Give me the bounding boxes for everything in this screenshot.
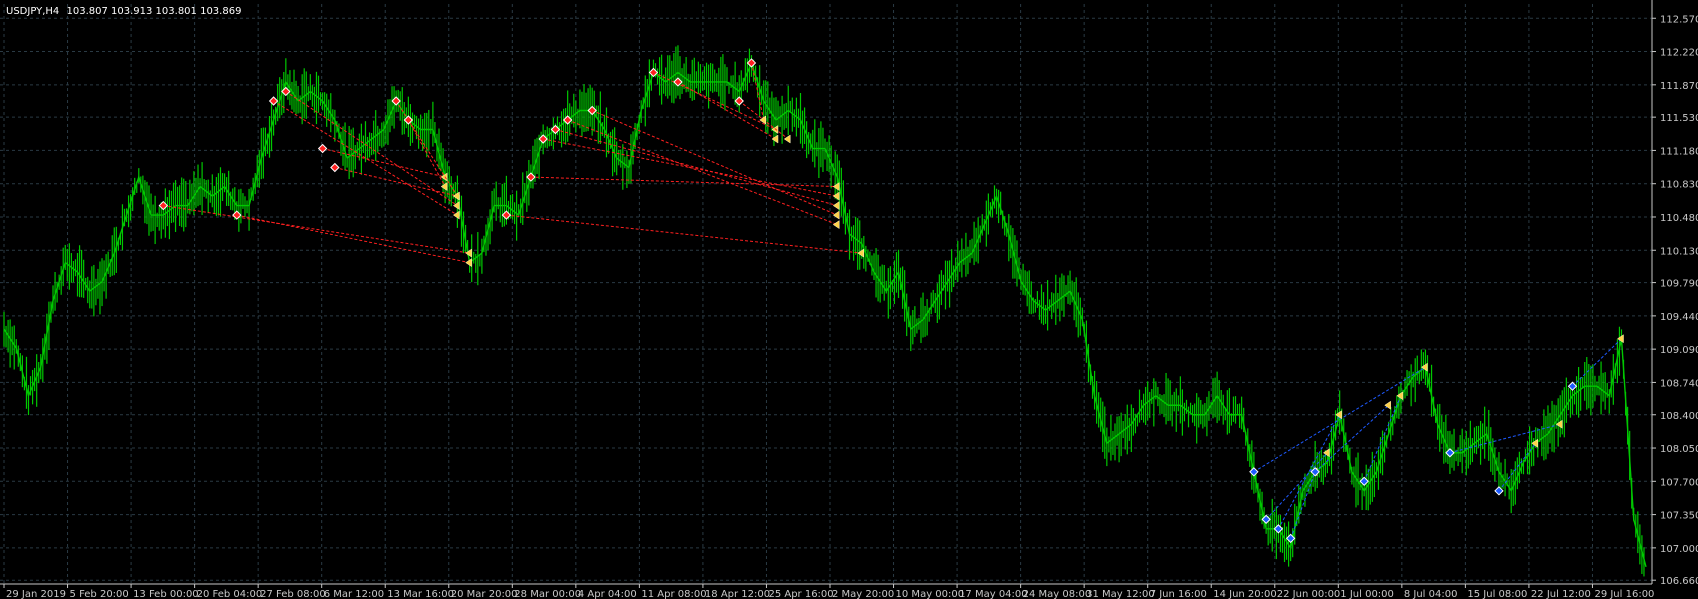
x-tick-label: 18 Apr 12:00	[705, 589, 770, 599]
x-tick-label: 2 May 20:00	[832, 589, 894, 599]
y-tick-label: 107.000	[1660, 544, 1698, 555]
x-tick-label: 8 Jul 04:00	[1404, 589, 1458, 599]
y-tick-label: 109.790	[1660, 279, 1698, 290]
symbol-timeframe: USDJPY,H4	[6, 6, 59, 17]
y-tick-label: 110.130	[1660, 246, 1698, 257]
y-tick-label: 112.220	[1660, 48, 1698, 59]
x-tick-label: 14 Jun 20:00	[1213, 589, 1277, 599]
x-tick-label: 15 Jul 08:00	[1467, 589, 1527, 599]
y-tick-label: 108.400	[1660, 411, 1698, 422]
x-tick-label: 20 Feb 04:00	[197, 589, 263, 599]
x-tick-label: 1 Jul 00:00	[1340, 589, 1394, 599]
x-tick-label: 11 Apr 08:00	[641, 589, 706, 599]
x-tick-label: 6 Mar 12:00	[324, 589, 384, 599]
x-tick-label: 28 Mar 00:00	[514, 589, 581, 599]
y-tick-label: 108.050	[1660, 444, 1698, 455]
x-tick-label: 13 Mar 16:00	[387, 589, 454, 599]
x-tick-label: 7 Jun 16:00	[1150, 589, 1207, 599]
x-tick-label: 5 Feb 20:00	[70, 589, 129, 599]
x-tick-label: 20 Mar 20:00	[451, 589, 518, 599]
ohlc-values: 103.807 103.913 103.801 103.869	[66, 6, 241, 17]
y-tick-label: 109.090	[1660, 345, 1698, 356]
y-tick-label: 106.660	[1660, 576, 1698, 587]
x-tick-label: 22 Jun 00:00	[1277, 589, 1341, 599]
x-tick-label: 17 May 04:00	[959, 589, 1028, 599]
x-tick-label: 13 Feb 00:00	[133, 589, 199, 599]
chart-header: USDJPY,H4 103.807 103.913 103.801 103.86…	[6, 6, 241, 17]
y-tick-label: 107.350	[1660, 511, 1698, 522]
y-tick-label: 112.570	[1660, 14, 1698, 25]
y-tick-label: 111.870	[1660, 81, 1698, 92]
y-tick-label: 110.480	[1660, 213, 1698, 224]
y-tick-label: 111.530	[1660, 113, 1698, 124]
x-tick-label: 29 Jan 2019	[6, 589, 66, 599]
x-tick-label: 25 Apr 16:00	[768, 589, 833, 599]
x-tick-label: 10 May 00:00	[896, 589, 965, 599]
y-tick-label: 107.700	[1660, 477, 1698, 488]
y-tick-label: 111.180	[1660, 146, 1698, 157]
x-tick-label: 22 Jul 12:00	[1531, 589, 1591, 599]
x-tick-label: 29 Jul 16:00	[1594, 589, 1654, 599]
y-tick-label: 109.440	[1660, 312, 1698, 323]
price-chart[interactable]: 112.570 112.220 111.870 111.530 111.180 110.8…	[0, 0, 1698, 599]
x-tick-label: 24 May 08:00	[1023, 589, 1092, 599]
x-tick-label: 31 May 12:00	[1086, 589, 1155, 599]
chart-background	[0, 0, 1698, 599]
x-tick-label: 4 Apr 04:00	[578, 589, 637, 599]
y-tick-label: 108.740	[1660, 378, 1698, 389]
y-tick-label: 110.830	[1660, 180, 1698, 191]
x-tick-label: 27 Feb 08:00	[260, 589, 326, 599]
